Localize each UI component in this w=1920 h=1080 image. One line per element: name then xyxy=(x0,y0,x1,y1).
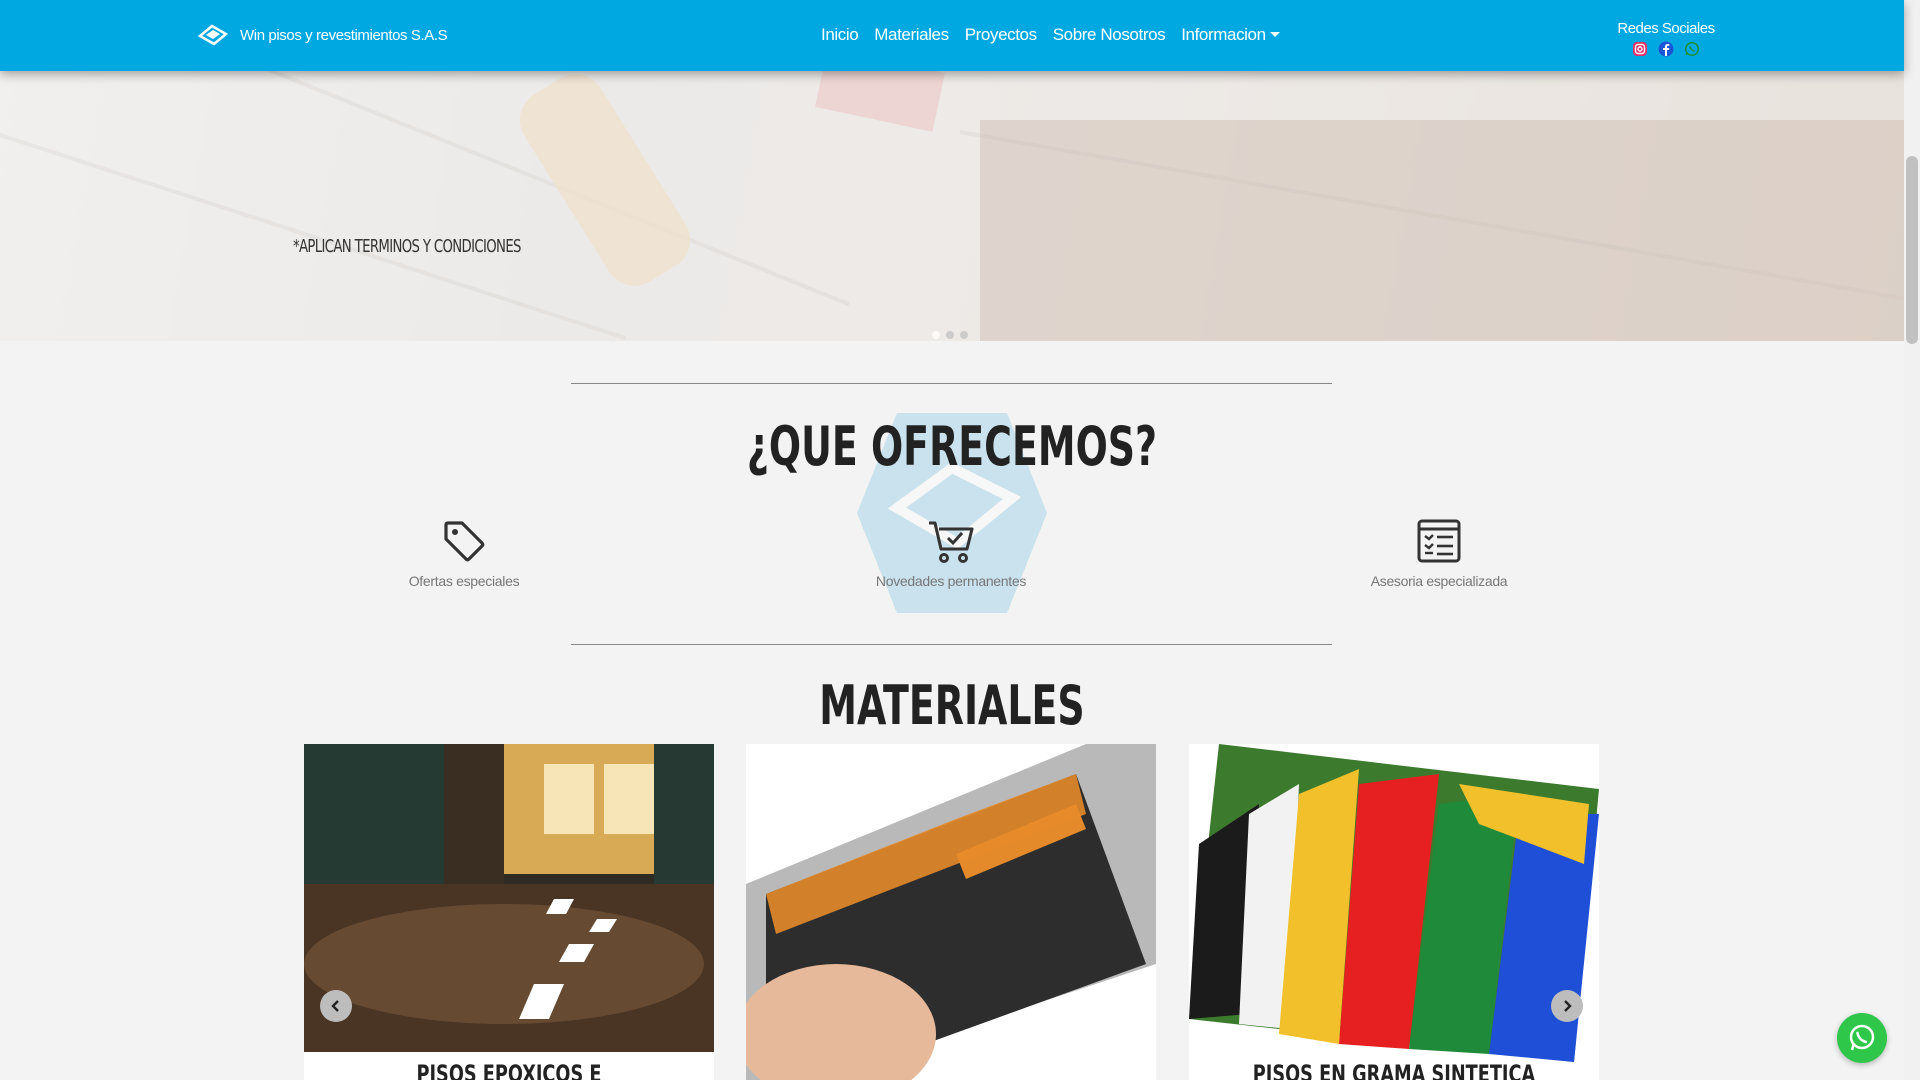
carousel-next-button[interactable] xyxy=(1551,990,1583,1022)
materials-title: MATERIALES xyxy=(819,674,1085,737)
carousel-indicator-1[interactable] xyxy=(932,331,940,339)
social-title: Redes Sociales xyxy=(1617,20,1715,37)
brand-name: Win pisos y revestimientos S.A.S xyxy=(240,26,448,44)
carousel-indicators xyxy=(932,331,968,339)
hero-caption: *APLICAN TERMINOS Y CONDICIONES xyxy=(293,236,522,257)
brand-link[interactable]: Win pisos y revestimientos S.A.S xyxy=(198,22,448,48)
whatsapp-icon xyxy=(1849,1024,1875,1051)
chevron-right-icon xyxy=(1564,1000,1572,1012)
chevron-left-icon xyxy=(331,1000,339,1012)
nav-informacion-dropdown[interactable]: Informacion xyxy=(1181,25,1280,45)
checklist-icon xyxy=(1417,519,1461,563)
brand-logo-icon xyxy=(198,24,228,46)
tag-icon xyxy=(444,521,485,562)
social-links: Redes Sociales xyxy=(1600,20,1732,57)
offer-label: Asesoria especializada xyxy=(1370,573,1508,589)
nav-informacion-label: Informacion xyxy=(1181,25,1266,44)
section-divider xyxy=(571,383,1332,384)
nav-materiales[interactable]: Materiales xyxy=(874,25,949,45)
facebook-icon[interactable] xyxy=(1658,41,1674,57)
carousel-indicator-3[interactable] xyxy=(960,331,968,339)
navbar: Win pisos y revestimientos S.A.S Inicio … xyxy=(0,0,1904,71)
main-nav: Inicio Materiales Proyectos Sobre Nosotr… xyxy=(821,25,1296,45)
whatsapp-float-button[interactable] xyxy=(1837,1013,1887,1063)
material-card-grama[interactable]: PISOS EN GRAMA SINTETICA xyxy=(1189,744,1599,1080)
material-card-epoxicos[interactable]: PISOS EPOXICOS E INDUSTRIALES xyxy=(304,744,714,1080)
offer-asesoria-especializada: Asesoria especializada xyxy=(1329,517,1549,591)
section-divider xyxy=(571,644,1332,645)
material-card-title: PISOS EPOXICOS E INDUSTRIALES xyxy=(416,1060,602,1080)
material-card-caucho[interactable] xyxy=(746,744,1156,1080)
offer-novedades-permanentes: Novedades permanentes xyxy=(841,517,1061,591)
offers-title: ¿QUE OFRECEMOS? xyxy=(746,415,1158,478)
rubber-tile-image xyxy=(746,744,1156,1080)
instagram-icon[interactable] xyxy=(1632,41,1648,57)
offer-label: Ofertas especiales xyxy=(408,573,520,589)
cart-check-icon xyxy=(929,521,974,563)
material-card-title: PISOS EN GRAMA SINTETICA xyxy=(1252,1060,1536,1080)
carousel-prev-button[interactable] xyxy=(320,990,352,1022)
caret-down-icon xyxy=(1269,32,1280,37)
synthetic-grass-image xyxy=(1189,744,1599,1062)
nav-proyectos[interactable]: Proyectos xyxy=(965,25,1037,45)
epoxy-floor-image xyxy=(304,744,714,1052)
offer-label: Novedades permanentes xyxy=(875,573,1027,589)
carousel-indicator-2[interactable] xyxy=(946,331,954,339)
whatsapp-icon[interactable] xyxy=(1684,41,1700,57)
scrollbar-thumb[interactable] xyxy=(1906,156,1918,344)
offer-ofertas-especiales: Ofertas especiales xyxy=(354,517,574,591)
nav-sobre-nosotros[interactable]: Sobre Nosotros xyxy=(1053,25,1166,45)
nav-inicio[interactable]: Inicio xyxy=(821,25,859,45)
